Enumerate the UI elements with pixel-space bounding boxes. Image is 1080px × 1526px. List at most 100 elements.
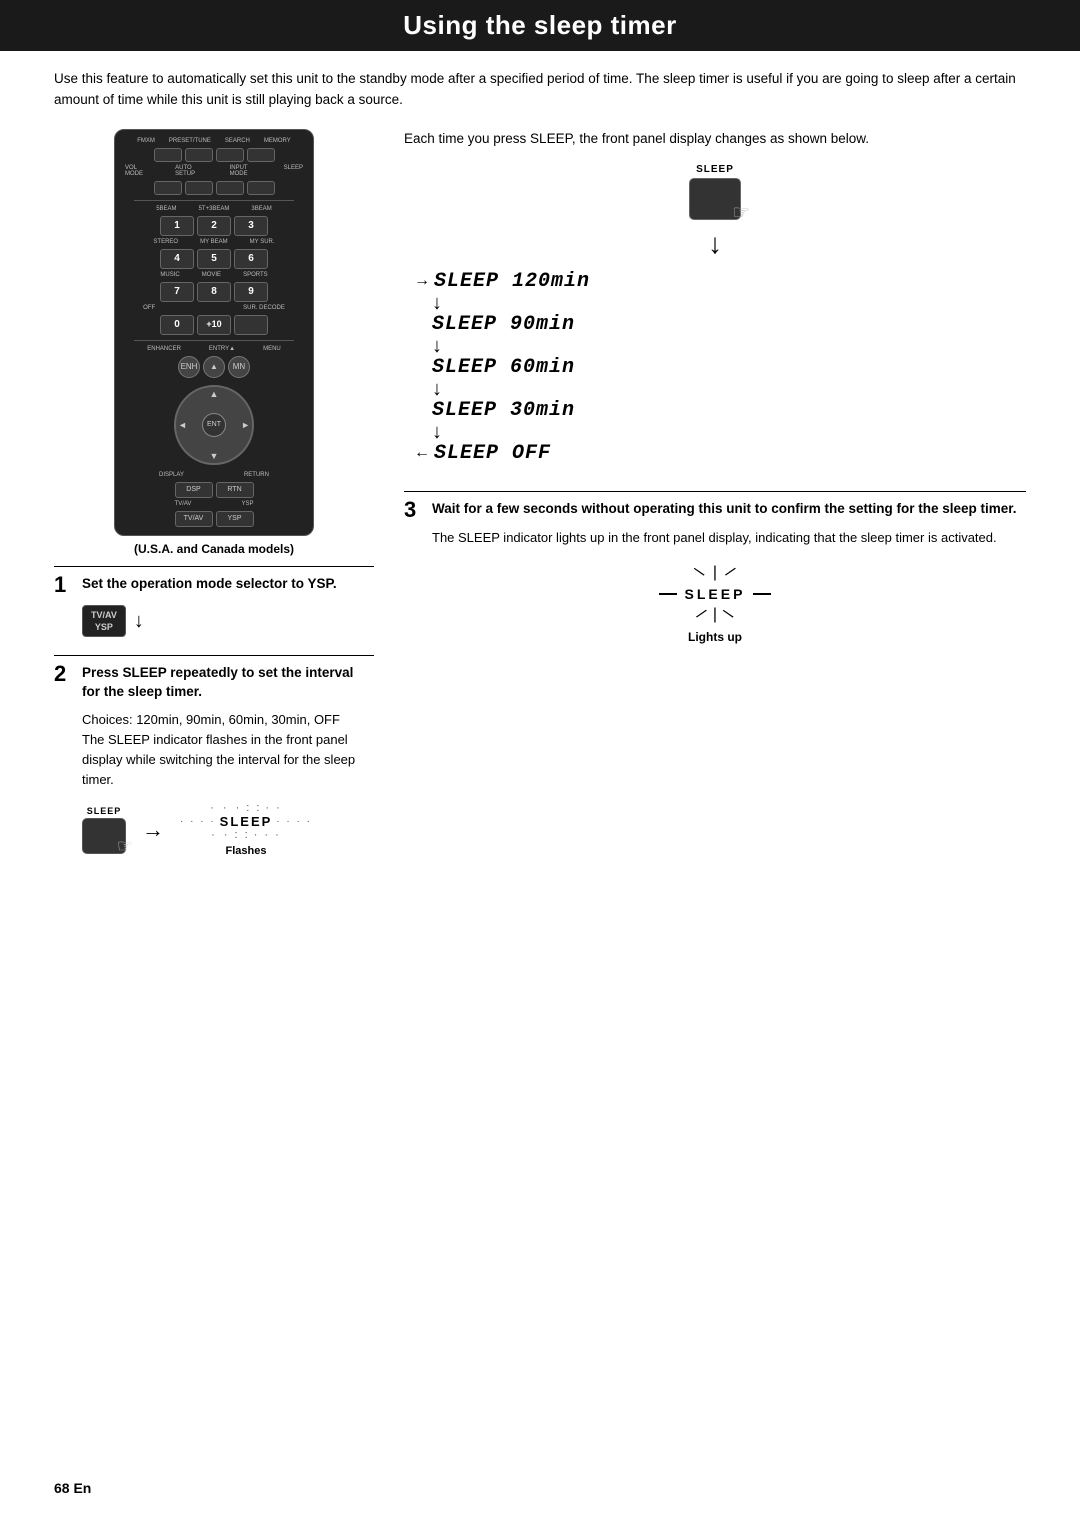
ysp-box: TV/AV YSP [82, 605, 126, 637]
seq-down-4: ↓ [432, 422, 1026, 442]
seq-down-1: ↓ [432, 293, 1026, 313]
ysp-down-arrow: ↓ [134, 610, 144, 633]
remote-btn-tvav: TV/AV [175, 511, 213, 527]
off-labels: OFF SUR. DECODE [143, 305, 285, 311]
remote-btn-1: 1 [160, 216, 194, 236]
sleep-btn-right: SLEEP ☞ ↓ [404, 164, 1026, 260]
remote-btn-fmxm [154, 148, 182, 162]
step2-number: 2 [54, 662, 82, 686]
seq-text-90: SLEEP 90min [432, 313, 575, 336]
step3-header: 3 Wait for a few seconds without operati… [404, 491, 1026, 522]
sleep-sequence: → SLEEP 120min ↓ SLEEP 90min ↓ SLEEP 60m… [414, 270, 1026, 465]
step2-header: 2 Press SLEEP repeatedly to set the inte… [54, 655, 374, 702]
remote-btn-enhancer: ENH [178, 356, 200, 378]
step2-line1: Choices: 120min, 90min, 60min, 30min, OF… [82, 710, 374, 730]
remote-divider-1 [134, 200, 294, 201]
seq-arrow-off: ← [414, 444, 430, 462]
step1-number: 1 [54, 573, 82, 597]
flashes-box: · · · : : · · · · · · SLEEP · · · · · · … [180, 802, 312, 857]
seq-arrow-120: → [414, 272, 430, 290]
seq-text-60: SLEEP 60min [432, 356, 575, 379]
sleep-lights-text: SLEEP [685, 586, 746, 602]
remote-image: FMXM PRESET/TUNE SEARCH MEMORY VOL MODE … [114, 129, 314, 536]
right-col: Each time you press SLEEP, the front pan… [404, 129, 1026, 644]
remote-btn-sleep [247, 181, 275, 195]
dash-left [659, 593, 677, 595]
remote-btn-6: 6 [234, 249, 268, 269]
remote-nav-down: ▼ [210, 451, 219, 461]
sleep-btn-img: ☞ [82, 818, 126, 854]
remote-container: FMXM PRESET/TUNE SEARCH MEMORY VOL MODE … [54, 129, 374, 556]
diag-top: \ | / [698, 564, 731, 582]
remote-btn-plus10: +10 [197, 315, 231, 335]
remote-row-3: 1 2 3 [125, 216, 303, 236]
remote-row-6: 0 +10 [125, 315, 303, 335]
seq-text-30: SLEEP 30min [432, 399, 575, 422]
stereo-labels: STEREO MY BEAM MY SUR. [153, 239, 274, 245]
remote-divider-2 [134, 340, 294, 341]
sleep-btn-box: SLEEP ☞ [82, 806, 126, 854]
music-labels: MUSIC MOVIE SPORTS [160, 272, 267, 278]
remote-btn-autosetup [185, 181, 213, 195]
flashes-middle-row: · · · · SLEEP · · · · [180, 814, 312, 829]
sleep-finger-right: ☞ [732, 200, 750, 225]
step2-line2: The SLEEP indicator flashes in the front… [82, 730, 374, 790]
seq-text-120: SLEEP 120min [434, 270, 590, 293]
flashes-arrow: → [142, 817, 164, 843]
step3-number: 3 [404, 498, 432, 522]
intro-text: Use this feature to automatically set th… [54, 69, 1026, 111]
step2-title: Press SLEEP repeatedly to set the interv… [82, 662, 374, 702]
remote-nav-right: ► [241, 420, 250, 430]
tvav-label: TV/AV [91, 610, 117, 620]
finger-icon: ☞ [117, 836, 133, 857]
seq-row-30: SLEEP 30min [432, 399, 1026, 422]
dash-right [753, 593, 771, 595]
sleep-flashing-text: SLEEP [220, 814, 273, 829]
remote-row-5: 7 8 9 [125, 282, 303, 302]
remote-row2-labels: VOL MODE AUTO SETUP INPUT MODE SLEEP [125, 165, 303, 177]
each-time-text: Each time you press SLEEP, the front pan… [404, 129, 1026, 150]
remote-btn-inputmode [216, 181, 244, 195]
remote-btn-display: DSP [175, 482, 213, 498]
remote-row-tvav: TV/AV YSP [125, 511, 303, 527]
flashes-caption: Flashes [225, 845, 266, 857]
remote-btn-4: 4 [160, 249, 194, 269]
remote-btn-entry: ▲ [203, 356, 225, 378]
beam-labels: 5BEAM 5T+3BEAM 3BEAM [156, 206, 272, 212]
seq-down-3: ↓ [432, 379, 1026, 399]
remote-btn-0: 0 [160, 315, 194, 335]
step1-title: Set the operation mode selector to YSP. [82, 573, 337, 594]
remote-nav-up: ▲ [210, 389, 219, 399]
remote-row-4: 4 5 6 [125, 249, 303, 269]
display-labels: DISPLAY RETURN [159, 472, 269, 478]
seq-text-off: SLEEP OFF [434, 442, 551, 465]
remote-btn-ysp: YSP [216, 511, 254, 527]
step3-title: Wait for a few seconds without operating… [432, 498, 1017, 519]
sleep-display: \ | / SLEEP / | [659, 564, 772, 624]
remote-btn-surdecode [234, 315, 268, 335]
sleep-diagram: SLEEP ☞ → · · · : : · · [82, 802, 374, 857]
down-arrow-seq: ↓ [708, 228, 722, 260]
remote-row-enhancer: ENH ▲ MN [125, 356, 303, 378]
page-number: 68 En [54, 1480, 91, 1496]
step3-body: The SLEEP indicator lights up in the fro… [432, 528, 1026, 548]
lights-up-caption: Lights up [688, 630, 742, 644]
seq-row-120: → SLEEP 120min [414, 270, 1026, 293]
page-title: Using the sleep timer [20, 10, 1060, 41]
page-footer: 68 En [54, 1480, 91, 1496]
seq-row-off: ← SLEEP OFF [414, 442, 1026, 465]
tvav-labels: TV/AV YSP [175, 501, 254, 507]
remote-btn-return: RTN [216, 482, 254, 498]
seq-row-60: SLEEP 60min [432, 356, 1026, 379]
sleep-center-row: SLEEP [659, 586, 772, 602]
remote-btn-3: 3 [234, 216, 268, 236]
page-content: Use this feature to automatically set th… [0, 51, 1080, 915]
sleep-btn-right-label: SLEEP [696, 164, 734, 175]
ysp-selector: TV/AV YSP ↓ [82, 605, 374, 637]
step3-section: 3 Wait for a few seconds without operati… [404, 491, 1026, 644]
remote-btn-volmode [154, 181, 182, 195]
remote-btn-menu: MN [228, 356, 250, 378]
remote-btn-7: 7 [160, 282, 194, 302]
left-col: FMXM PRESET/TUNE SEARCH MEMORY VOL MODE … [54, 129, 374, 876]
remote-btn-search [216, 148, 244, 162]
